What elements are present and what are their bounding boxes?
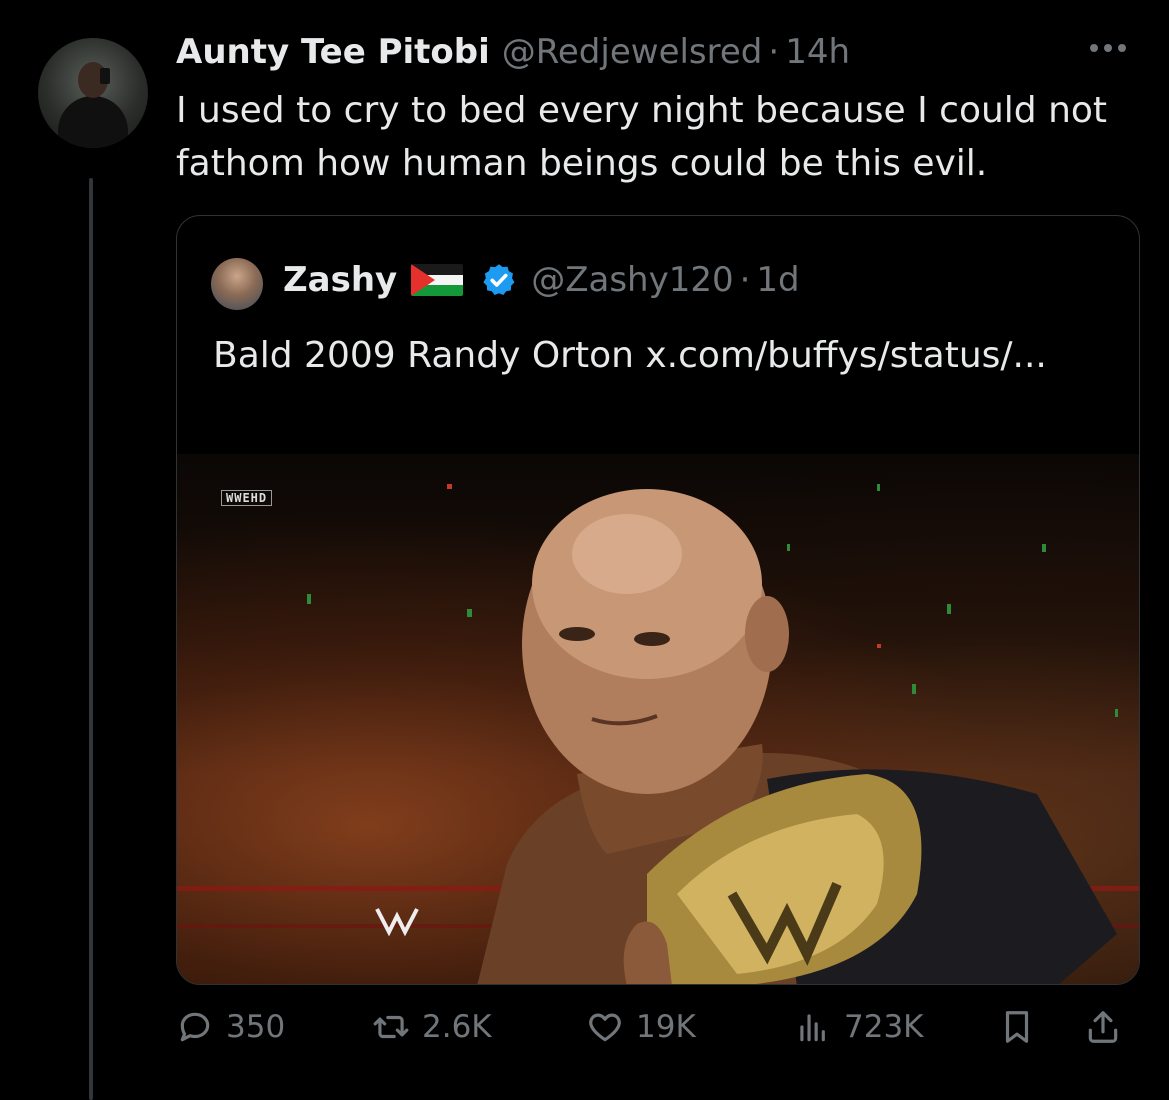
heart-icon [589,1013,621,1042]
action-bar: 350 2.6K 19K 723K [176,1000,1140,1060]
wrestler-illustration [177,484,1139,984]
bookmark-button[interactable] [998,1008,1048,1046]
quoted-author-avatar[interactable] [211,258,263,310]
quoted-author-handle[interactable]: @Zashy120 [531,260,733,300]
like-button[interactable]: 19K [586,1008,696,1046]
author-name[interactable]: Aunty Tee Pitobi [176,32,490,72]
reply-count: 350 [226,1009,286,1045]
repost-button[interactable]: 2.6K [372,1008,492,1046]
bar-chart-icon [800,1014,825,1042]
tweet-header: Aunty Tee Pitobi @Redjewelsred · 14h [176,32,850,72]
author-handle[interactable]: @Redjewelsred [502,32,763,72]
repost-icon [373,1015,409,1039]
quoted-tweet[interactable]: Zashy @Zashy120 · 1d Bald 2009 Randy Ort… [176,215,1140,985]
share-button[interactable] [1084,1008,1134,1046]
thread-line [89,178,93,1100]
tweet-time[interactable]: 14h [785,32,850,72]
views-count: 723K [844,1009,924,1045]
separator-dot: · [739,260,751,300]
quoted-tweet-header: Zashy @Zashy120 · 1d [283,260,800,300]
wwe-hd-watermark: WWEHD [221,490,273,506]
quoted-author-name[interactable]: Zashy [283,260,397,300]
quoted-tweet-time[interactable]: 1d [756,260,799,300]
quoted-media-image[interactable]: WWEHD [177,454,1139,984]
avatar-figure-body [58,96,128,148]
views-button[interactable]: 723K [794,1008,924,1046]
palestine-flag-icon [411,264,464,296]
bookmark-icon [1005,1011,1029,1043]
share-icon [1088,1011,1118,1043]
verified-badge-icon [483,264,515,295]
tweet-text: I used to cry to bed every night because… [176,90,1108,184]
more-options-icon[interactable] [1090,44,1126,52]
avatar-phone [100,68,110,84]
like-count: 19K [636,1009,696,1045]
reply-icon [180,1012,210,1042]
repost-count: 2.6K [422,1009,492,1045]
author-avatar[interactable] [38,38,148,148]
reply-button[interactable]: 350 [176,1008,285,1046]
quoted-tweet-text: Bald 2009 Randy Orton x.com/buffys/statu… [213,335,1047,376]
separator-dot: · [768,32,780,72]
